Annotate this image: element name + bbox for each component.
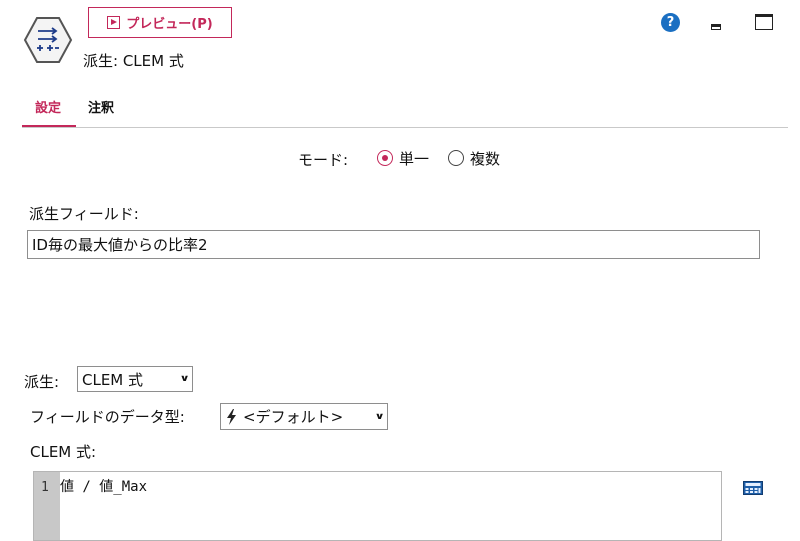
minimize-icon[interactable] [711, 24, 721, 30]
clem-expression-label: CLEM 式: [30, 443, 97, 461]
field-type-select[interactable]: <デフォルト> ∨ [220, 403, 388, 430]
help-icon[interactable]: ? [661, 13, 680, 32]
derive-node-icon [23, 17, 73, 63]
maximize-icon[interactable] [755, 14, 773, 30]
tab-settings[interactable]: 設定 [35, 97, 61, 116]
derive-field-label: 派生フィールド: [29, 205, 139, 223]
chevron-down-icon: ∨ [374, 411, 385, 422]
derive-as-value: CLEM 式 [82, 370, 144, 389]
tab-annotations[interactable]: 注釈 [88, 97, 114, 116]
mode-single-radio[interactable] [377, 150, 393, 166]
tab-divider [22, 127, 788, 128]
preview-button-label: プレビュー(P) [126, 17, 213, 32]
expression-builder-icon[interactable] [743, 481, 763, 495]
clem-expression-editor[interactable]: 1 値 / 値_Max [33, 471, 722, 541]
mode-multiple-label[interactable]: 複数 [470, 148, 500, 169]
node-title: 派生: CLEM 式 [83, 52, 184, 70]
mode-label: モード: [298, 151, 349, 169]
preview-button[interactable]: プレビュー(P) [88, 7, 232, 38]
lightning-icon [227, 408, 236, 425]
expression-code[interactable]: 値 / 値_Max [60, 476, 147, 496]
derive-as-select[interactable]: CLEM 式 ∨ [77, 366, 193, 392]
mode-single-label[interactable]: 単一 [399, 148, 429, 169]
play-icon [107, 16, 121, 29]
line-number: 1 [41, 480, 49, 495]
mode-multiple-radio[interactable] [448, 150, 464, 166]
chevron-down-icon: ∨ [179, 374, 190, 384]
field-type-value: <デフォルト> [243, 408, 344, 426]
field-type-label: フィールドのデータ型: [30, 408, 185, 426]
derive-as-label: 派生: [24, 373, 60, 391]
derive-field-input[interactable] [27, 230, 760, 259]
